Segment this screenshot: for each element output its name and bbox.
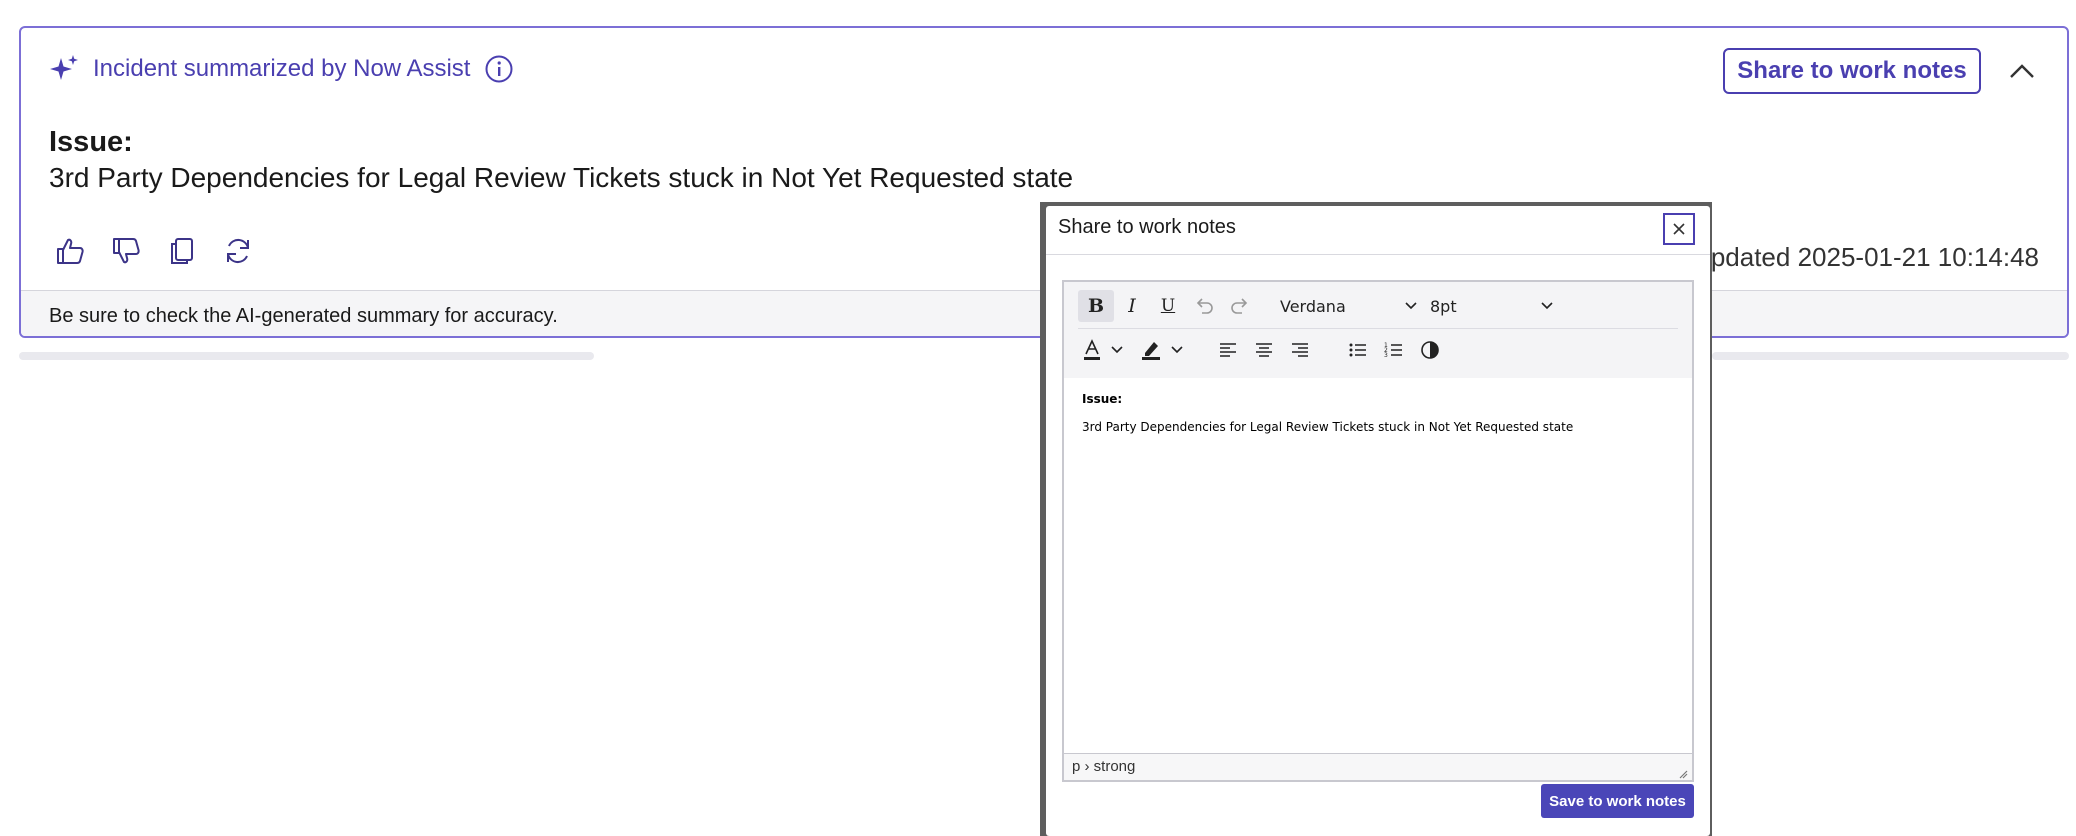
save-to-work-notes-button[interactable]: Save to work notes (1541, 784, 1694, 818)
element-path-text: p › strong (1072, 758, 1136, 775)
underline-button[interactable]: U (1150, 290, 1186, 322)
align-center-icon[interactable] (1246, 334, 1282, 366)
bold-button[interactable]: B (1078, 290, 1114, 322)
chevron-down-icon[interactable] (1166, 334, 1188, 366)
numbered-list-icon[interactable]: 123 (1376, 334, 1412, 366)
thumbs-down-icon[interactable] (111, 236, 141, 266)
chevron-down-icon (1541, 302, 1553, 310)
svg-text:3: 3 (1384, 352, 1388, 359)
loading-placeholder (1712, 352, 2069, 360)
editor-content[interactable]: Issue: 3rd Party Dependencies for Legal … (1082, 392, 1573, 434)
align-left-icon[interactable] (1210, 334, 1246, 366)
share-to-work-notes-button[interactable]: Share to work notes (1723, 48, 1981, 94)
text-color-icon[interactable] (1078, 334, 1106, 366)
font-family-value: Verdana (1280, 296, 1346, 316)
font-family-select[interactable]: Verdana (1280, 297, 1418, 316)
issue-label: Issue: (49, 126, 133, 158)
resize-handle-icon[interactable] (1678, 766, 1688, 779)
thumbs-up-icon[interactable] (55, 236, 85, 266)
card-title: Incident summarized by Now Assist (93, 55, 471, 82)
rich-text-editor[interactable]: B I U Verdana 8pt 1 2 3 Issue: 3rd Party… (1062, 280, 1694, 782)
element-path: p › strong (1064, 753, 1692, 780)
close-icon[interactable] (1663, 213, 1695, 245)
content-issue-text: 3rd Party Dependencies for Legal Review … (1082, 420, 1574, 434)
refresh-icon[interactable] (223, 236, 253, 266)
issue-text: 3rd Party Dependencies for Legal Review … (49, 162, 1074, 193)
bullet-list-icon[interactable] (1340, 334, 1376, 366)
highlight-icon[interactable] (1136, 334, 1166, 366)
dialog-title: Share to work notes (1058, 216, 1236, 238)
chevron-up-icon[interactable] (2007, 56, 2037, 86)
chevron-down-icon (1405, 302, 1417, 310)
info-icon[interactable] (484, 54, 514, 84)
content-issue-label: Issue: (1082, 392, 1123, 406)
toolbar-divider (1078, 328, 1678, 329)
italic-button[interactable]: I (1114, 290, 1150, 322)
share-work-notes-dialog: Share to work notes B I U Verdana 8pt 1 … (1046, 206, 1710, 836)
feedback-actions (55, 236, 253, 266)
updated-timestamp: Updated 2025-01-21 10:14:48 (1692, 242, 2039, 272)
divider (1046, 254, 1710, 255)
align-right-icon[interactable] (1282, 334, 1318, 366)
redo-icon[interactable] (1222, 290, 1258, 322)
chevron-down-icon[interactable] (1106, 334, 1128, 366)
card-header: Incident summarized by Now Assist (49, 54, 514, 84)
font-size-value: 8pt (1430, 296, 1457, 316)
sparkle-icon (49, 54, 79, 84)
contrast-icon[interactable] (1412, 334, 1448, 366)
loading-placeholder (19, 352, 594, 360)
font-size-select[interactable]: 8pt (1430, 297, 1554, 316)
copy-icon[interactable] (167, 236, 197, 266)
undo-icon[interactable] (1186, 290, 1222, 322)
editor-toolbar: B I U Verdana 8pt 1 2 3 (1064, 282, 1692, 378)
